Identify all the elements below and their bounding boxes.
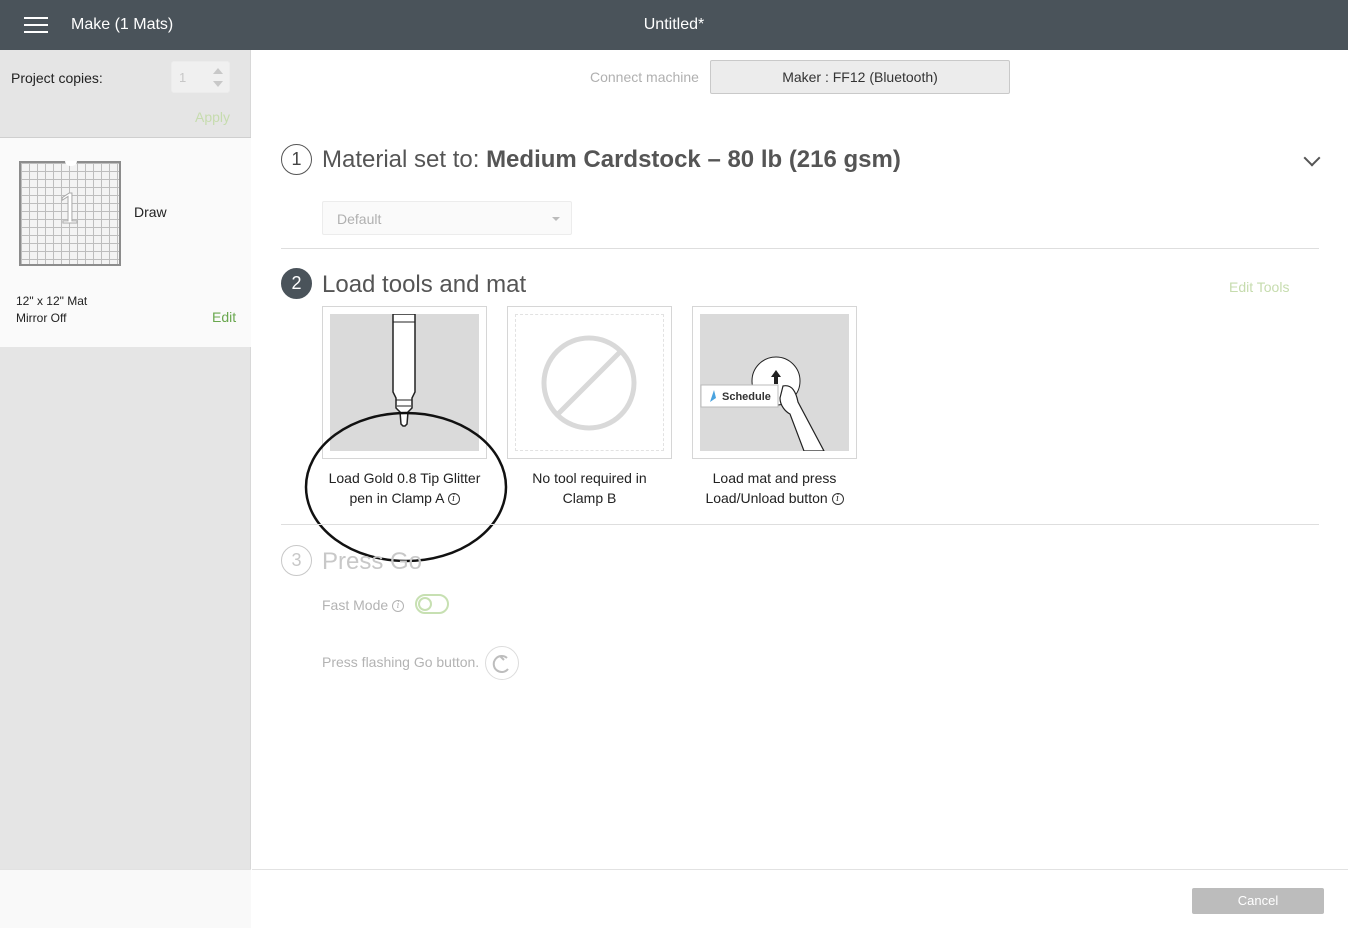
material-name: Medium Cardstock – 80 lb (216 gsm) xyxy=(486,146,901,173)
mat-number: 1 xyxy=(57,187,83,234)
make-main-panel: Connect machine Maker : FF12 (Bluetooth)… xyxy=(252,50,1348,870)
fast-mode-label: Fast Mode i xyxy=(322,597,405,613)
pen-illustration xyxy=(330,314,479,451)
cancel-button[interactable]: Cancel xyxy=(1192,888,1324,914)
mat-size-label: 12" x 12" Mat xyxy=(16,294,88,308)
clamp-b-tool-card xyxy=(507,306,672,459)
project-copies-panel: Project copies: 1 Apply xyxy=(0,50,251,138)
document-title: Untitled* xyxy=(643,16,705,33)
material-heading: Material set to: Medium Cardstock – 80 l… xyxy=(322,146,901,174)
fast-mode-toggle[interactable] xyxy=(415,594,449,614)
section-divider xyxy=(281,524,1319,525)
clamp-a-instruction: Load Gold 0.8 Tip Glitter pen in Clamp A… xyxy=(322,468,487,508)
pressure-value: Default xyxy=(337,211,382,227)
info-icon[interactable]: i xyxy=(392,600,405,613)
chevron-down-icon[interactable] xyxy=(1303,149,1321,167)
load-tools-heading: Load tools and mat xyxy=(322,271,527,298)
mat-notch xyxy=(65,161,77,166)
clamp-a-line2: pen in Clamp A xyxy=(349,490,444,506)
load-mat-instruction: Load mat and press Load/Unload button i xyxy=(692,468,857,508)
top-bar: Make (1 Mats) Untitled* xyxy=(0,0,1348,50)
info-icon[interactable]: i xyxy=(447,493,460,506)
mat-sidebar: Project copies: 1 Apply 1 Draw 12" x 12"… xyxy=(0,50,251,928)
connect-machine-label: Connect machine xyxy=(590,69,699,85)
toggle-knob xyxy=(418,597,432,611)
mat-card[interactable]: 1 Draw 12" x 12" Mat Mirror Off Edit xyxy=(0,138,251,347)
load-mat-card: Schedule xyxy=(692,306,857,459)
info-icon[interactable]: i xyxy=(831,493,844,506)
section-divider xyxy=(281,248,1319,249)
fast-mode-text: Fast Mode xyxy=(322,597,389,613)
load-mat-line1: Load mat and press xyxy=(712,470,837,486)
material-prefix: Material set to: xyxy=(322,146,487,173)
apply-button[interactable]: Apply xyxy=(195,109,230,125)
clamp-b-instruction: No tool required in Clamp B xyxy=(507,468,672,508)
load-mat-line2: Load/Unload button xyxy=(705,490,828,506)
machine-select-button[interactable]: Maker : FF12 (Bluetooth) xyxy=(710,60,1010,94)
footer-bar: Cancel xyxy=(252,869,1348,928)
clamp-a-line1: Load Gold 0.8 Tip Glitter xyxy=(328,470,481,486)
sidebar-footer xyxy=(0,869,251,928)
project-copies-label: Project copies: xyxy=(11,70,103,86)
mat-thumbnail[interactable]: 1 xyxy=(19,161,121,266)
project-copies-input[interactable]: 1 xyxy=(171,61,230,93)
step-1-number: 1 xyxy=(281,144,312,175)
edit-tools-button[interactable]: Edit Tools xyxy=(1229,279,1289,295)
clamp-b-line1: No tool required in xyxy=(532,470,647,486)
mat-mirror-label: Mirror Off xyxy=(16,311,67,325)
schedule-badge: Schedule xyxy=(722,391,771,403)
cricut-go-icon xyxy=(485,646,519,680)
pressure-select[interactable]: Default xyxy=(322,201,572,235)
mat-edit-button[interactable]: Edit xyxy=(212,309,236,325)
step-3-number: 3 xyxy=(281,545,312,576)
increment-icon[interactable] xyxy=(213,68,223,74)
press-go-heading: Press Go xyxy=(322,548,423,575)
decrement-icon[interactable] xyxy=(213,81,223,87)
mat-operation-label: Draw xyxy=(134,204,167,220)
project-copies-value: 1 xyxy=(179,70,187,85)
clamp-a-tool-card xyxy=(322,306,487,459)
clamp-b-line2: Clamp B xyxy=(562,490,617,506)
step-2-number: 2 xyxy=(281,268,312,299)
caret-down-icon xyxy=(552,217,560,221)
go-instruction: Press flashing Go button. xyxy=(322,654,480,670)
load-mat-illustration: Schedule xyxy=(700,314,849,451)
no-tool-icon xyxy=(515,314,664,451)
